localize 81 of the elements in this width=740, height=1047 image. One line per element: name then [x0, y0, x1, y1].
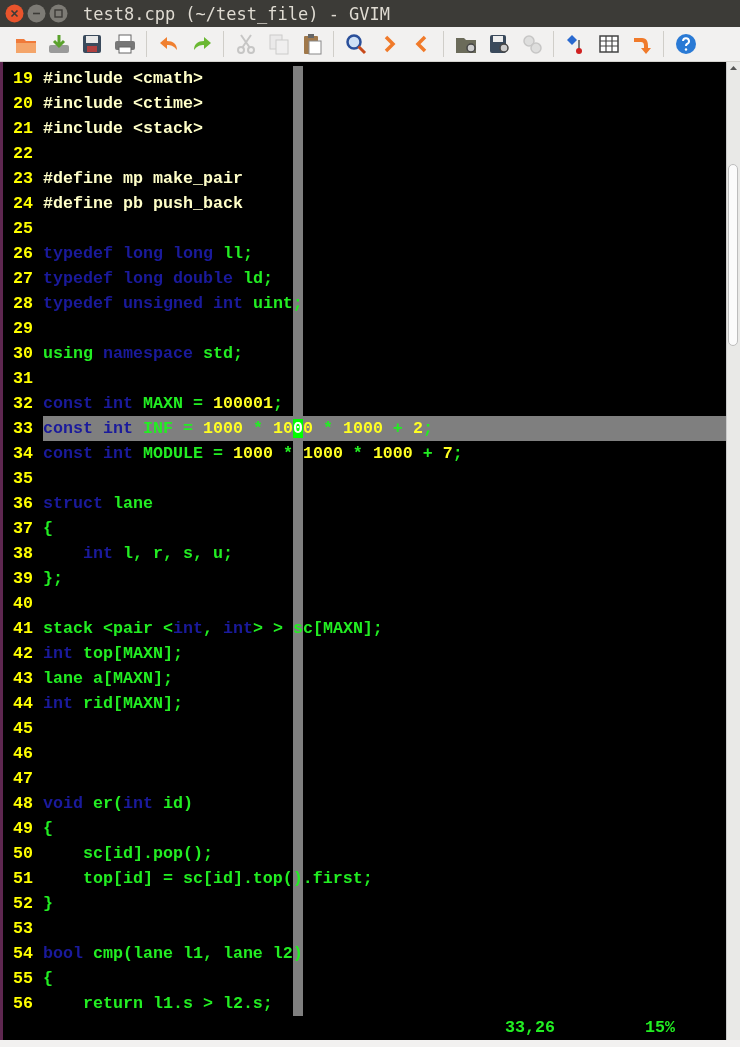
code-line: #include <cmath> [42, 69, 203, 88]
scrollbar-thumb[interactable] [728, 164, 738, 346]
window-title: test8.cpp (~/test_file) - GVIM [83, 3, 391, 24]
line-number: 52 [12, 893, 33, 915]
line-number: 19 [12, 68, 33, 90]
code-line: int top[MAXN]; [42, 644, 183, 663]
code-line: const int MODULE = 1000 * 1000 * 1000 + 7; [42, 444, 463, 463]
minimize-button[interactable] [27, 4, 46, 23]
line-number: 44 [12, 693, 33, 715]
line-number: 54 [12, 943, 33, 965]
line-number: 55 [12, 968, 33, 990]
line-number: 50 [12, 843, 33, 865]
cursor-position: 33,26 [505, 1017, 556, 1039]
code-line: typedef long long ll; [42, 244, 253, 263]
close-button[interactable] [5, 4, 24, 23]
line-number: 32 [12, 393, 33, 415]
line-number: 25 [12, 218, 33, 240]
code-line: int rid[MAXN]; [42, 694, 183, 713]
code-line: struct lane [42, 494, 153, 513]
line-number: 56 [12, 993, 33, 1015]
code-line: return l1.s > l2.s; [81, 994, 273, 1013]
code-line: #define mp make_pair [42, 169, 243, 188]
line-number: 29 [12, 318, 33, 340]
code-line: typedef unsigned int uint; [42, 294, 303, 313]
code-line: void er(int id) [42, 794, 193, 813]
line-number: 51 [12, 868, 33, 890]
search-replace-icon [343, 32, 368, 56]
line-number: 24 [12, 193, 33, 215]
code-line: using namespace std; [42, 344, 243, 363]
scrollbar[interactable] [726, 62, 740, 1040]
code-line: sc[id].pop(); [81, 844, 213, 863]
line-number: 21 [12, 118, 33, 140]
scroll-percentage: 15% [645, 1017, 675, 1039]
line-number: 34 [12, 443, 33, 465]
code-line: #include <stack> [42, 119, 203, 138]
code-line: int l, r, s, u; [81, 544, 233, 563]
line-number: 40 [12, 593, 33, 615]
line-number: 27 [12, 268, 33, 290]
line-number: 47 [12, 768, 33, 790]
download-icon [46, 32, 71, 56]
line-number: 41 [12, 618, 33, 640]
line-number: 39 [12, 568, 33, 590]
line-number: 45 [12, 718, 33, 740]
maximize-button[interactable] [49, 4, 68, 23]
line-number: 43 [12, 668, 33, 690]
code-line: top[id] = sc[id].top().first; [81, 869, 373, 888]
line-number: 49 [12, 818, 33, 840]
code-line: { [42, 519, 53, 538]
printer-icon [112, 32, 137, 56]
scroll-up-arrow-icon[interactable] [729, 64, 738, 73]
line-number: 53 [12, 918, 33, 940]
help-icon [673, 32, 698, 56]
line-number: 23 [12, 168, 33, 190]
line-number: 20 [12, 93, 33, 115]
code-line: } [42, 894, 53, 913]
code-line: lane a[MAXN]; [42, 669, 173, 688]
line-number: 35 [12, 468, 33, 490]
line-number: 28 [12, 293, 33, 315]
code-line: stack <pair <int, int> > sc[MAXN]; [42, 619, 383, 638]
line-number: 30 [12, 343, 33, 365]
code-line: #include <ctime> [42, 94, 203, 113]
code-line: #define pb push_back [42, 194, 243, 213]
code-line: typedef long double ld; [42, 269, 273, 288]
line-number: 38 [12, 543, 33, 565]
code-line: }; [42, 569, 63, 588]
line-number: 36 [12, 493, 33, 515]
table-icon [596, 32, 621, 56]
line-number: 22 [12, 143, 33, 165]
code-line: { [42, 819, 53, 838]
line-number: 46 [12, 743, 33, 765]
line-number: 48 [12, 793, 33, 815]
line-number: 37 [12, 518, 33, 540]
code-line: const int MAXN = 100001; [42, 394, 283, 413]
code-line: bool cmp(lane l1, lane l2) [42, 944, 303, 963]
line-number: 42 [12, 643, 33, 665]
code-line: const int INF = 1000 * 1000 * 1000 + 2; [42, 419, 433, 438]
line-number: 26 [12, 243, 33, 265]
code-line: { [42, 969, 53, 988]
copy-icon [266, 32, 291, 56]
line-number: 33 [12, 418, 33, 440]
line-number: 31 [12, 368, 33, 390]
